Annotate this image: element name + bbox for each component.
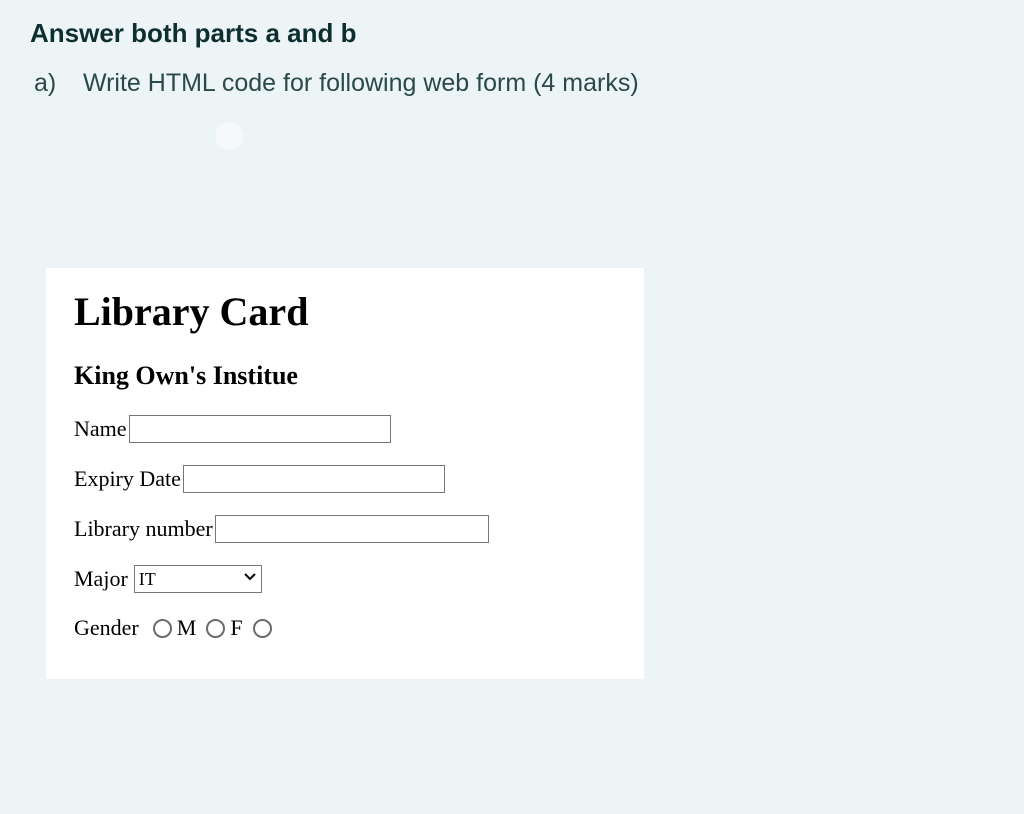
row-name: Name — [74, 415, 616, 443]
decorative-dot — [215, 122, 243, 150]
input-name[interactable] — [129, 415, 391, 443]
label-gender-f: F — [230, 615, 242, 641]
row-libnum: Library number — [74, 515, 616, 543]
select-major[interactable]: IT — [134, 565, 262, 593]
label-expiry: Expiry Date — [74, 466, 181, 492]
radio-gender-blank[interactable] — [253, 619, 272, 638]
web-form-card: Library Card King Own's Institue Name Ex… — [46, 268, 644, 679]
instruction-heading: Answer both parts a and b — [30, 18, 994, 49]
radio-gender-f[interactable] — [206, 619, 225, 638]
form-subtitle: King Own's Institue — [74, 361, 616, 391]
part-a-text: Write HTML code for following web form (… — [83, 69, 639, 97]
label-libnum: Library number — [74, 516, 213, 542]
label-gender: Gender — [74, 615, 139, 641]
input-libnum[interactable] — [215, 515, 489, 543]
form-title: Library Card — [74, 288, 616, 335]
part-a-question: a) Write HTML code for following web for… — [30, 69, 994, 98]
label-name: Name — [74, 416, 127, 442]
radio-gender-m[interactable] — [153, 619, 172, 638]
row-major: Major IT — [74, 565, 616, 593]
part-a-label: a) — [34, 69, 76, 98]
input-expiry[interactable] — [183, 465, 445, 493]
row-expiry: Expiry Date — [74, 465, 616, 493]
label-gender-m: M — [177, 615, 197, 641]
row-gender: Gender M F — [74, 615, 616, 641]
label-major: Major — [74, 566, 128, 592]
